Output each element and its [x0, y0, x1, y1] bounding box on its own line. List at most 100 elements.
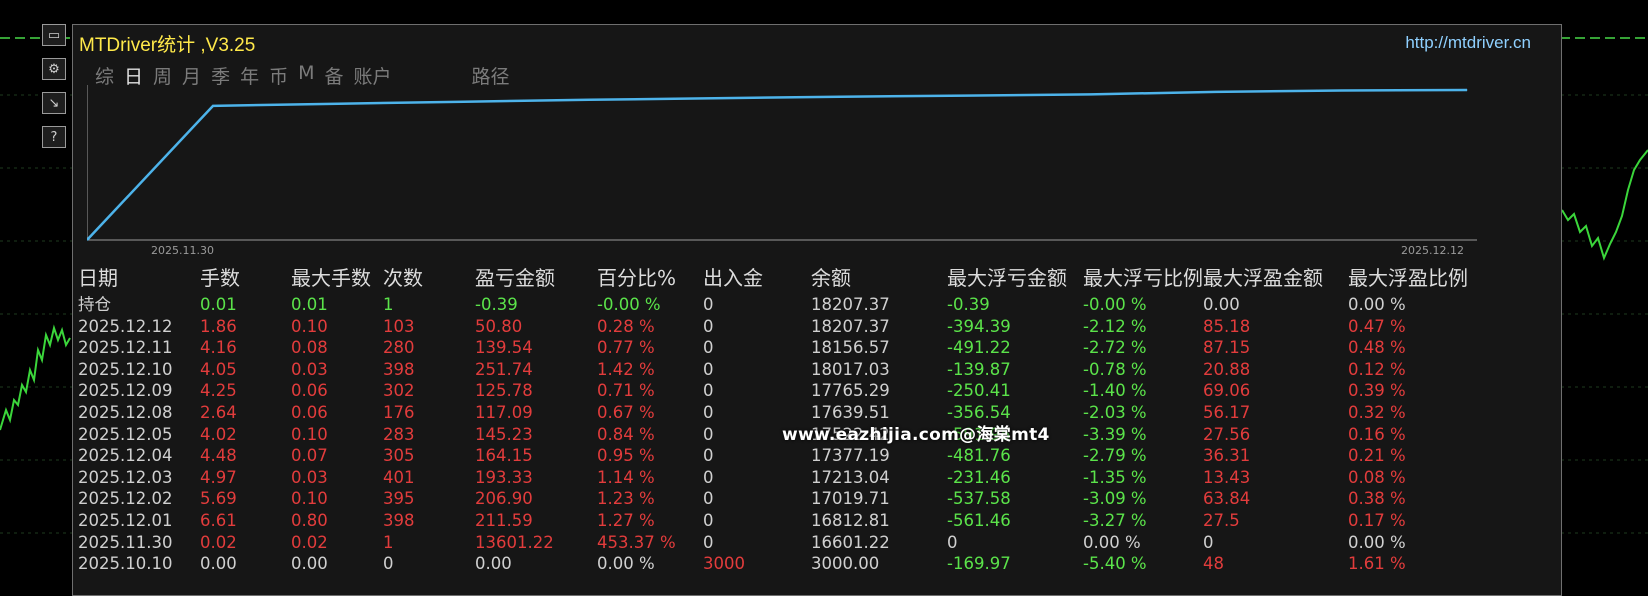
table-cell: 0: [703, 446, 714, 466]
table-cell: 4.16: [200, 338, 237, 358]
table-cell: 176: [383, 402, 415, 422]
equity-point-9: [1215, 91, 1217, 93]
header-cell: 余额: [811, 266, 851, 290]
table-cell: 280: [383, 338, 415, 358]
table-cell: 0.00: [291, 554, 328, 574]
table-cell: -3.09 %: [1083, 489, 1147, 509]
table-cell: 0.07: [291, 446, 328, 466]
minimize-icon[interactable]: ▭: [42, 24, 66, 46]
table-cell: 0.03: [291, 359, 328, 379]
table-cell: 69.06: [1203, 381, 1251, 401]
table-cell: 0.28 %: [597, 316, 655, 336]
table-cell: 0: [703, 316, 714, 336]
help-icon[interactable]: ?: [42, 126, 66, 148]
table-cell: 16601.22: [811, 532, 890, 552]
x-end-label: 2025.12.12: [1401, 244, 1464, 257]
table-cell: 0: [703, 402, 714, 422]
table-cell: 0.03: [291, 467, 328, 487]
table-cell: 1.23 %: [597, 489, 655, 509]
table-cell: 0.80: [291, 510, 328, 530]
chart-icon[interactable]: ↘: [42, 92, 66, 114]
table-cell: 398: [383, 510, 415, 530]
table-cell: 18207.37: [811, 295, 890, 314]
table-cell: 0: [703, 467, 714, 487]
table-cell: 0.38 %: [1348, 489, 1406, 509]
table-cell: 0: [383, 554, 394, 574]
table-cell: 0: [703, 295, 714, 314]
table-cell: 0: [703, 532, 714, 552]
table-cell: -231.46: [947, 467, 1011, 487]
table-cell: 103: [383, 316, 415, 336]
table-cell: 持仓: [78, 295, 111, 314]
table-cell: 398: [383, 359, 415, 379]
table-cell: 3000: [703, 554, 745, 574]
table-cell: 4.05: [200, 359, 237, 379]
table-cell: 4.97: [200, 467, 237, 487]
table-cell: 305: [383, 446, 415, 466]
table-cell: 4.48: [200, 446, 237, 466]
table-cell: 17377.19: [811, 446, 890, 466]
table-cell: 0: [703, 359, 714, 379]
table-cell: 0.06: [291, 402, 328, 422]
header-cell: 次数: [383, 266, 423, 290]
table-cell: 36.31: [1203, 446, 1251, 466]
table-cell: 18017.03: [811, 359, 890, 379]
table-cell: 139.54: [475, 338, 533, 358]
header-cell: 最大浮盈比例: [1348, 266, 1468, 290]
table-cell: -2.72 %: [1083, 338, 1147, 358]
table-cell: 17765.29: [811, 381, 890, 401]
table-cell: -169.97: [947, 554, 1011, 574]
table-cell: -1.40 %: [1083, 381, 1147, 401]
table-cell: 0: [703, 489, 714, 509]
table-cell: 0.01: [291, 295, 328, 314]
table-cell: 4.25: [200, 381, 237, 401]
equity-point-1: [212, 105, 214, 107]
table-cell: 0.84 %: [597, 424, 655, 444]
table-cell: -0.78 %: [1083, 359, 1147, 379]
table-cell: 0.77 %: [597, 338, 655, 358]
equity-point-5: [714, 97, 716, 99]
equity-line-chart: [87, 85, 1547, 270]
table-cell: 1.86: [200, 316, 237, 336]
equity-point-11: [1466, 89, 1468, 91]
table-cell: 85.18: [1203, 316, 1251, 336]
table-cell: 0.95 %: [597, 446, 655, 466]
table-cell: -0.00 %: [1083, 295, 1147, 314]
table-cell: 48: [1203, 554, 1224, 574]
equity-point-6: [839, 96, 841, 98]
equity-point-8: [1090, 93, 1092, 95]
equity-point-7: [964, 95, 966, 97]
table-cell: 87.15: [1203, 338, 1251, 358]
table-cell: -139.87: [947, 359, 1011, 379]
table-cell: 1.61 %: [1348, 554, 1406, 574]
table-cell: 2025.12.08: [78, 402, 173, 422]
table-cell: -2.03 %: [1083, 402, 1147, 422]
table-cell: 0.00 %: [1083, 532, 1141, 552]
table-cell: -394.39: [947, 316, 1011, 336]
table-cell: -5.40 %: [1083, 554, 1147, 574]
header-cell: 最大手数: [291, 266, 371, 290]
header-cell: 最大浮亏金额: [947, 266, 1067, 290]
table-cell: -491.22: [947, 338, 1011, 358]
table-cell: 0: [1203, 532, 1214, 552]
table-cell: 56.17: [1203, 402, 1251, 422]
table-cell: 395: [383, 489, 415, 509]
table-cell: 16812.81: [811, 510, 890, 530]
website-link[interactable]: http://mtdriver.cn: [1405, 33, 1531, 53]
table-cell: 13601.22: [475, 532, 554, 552]
table-cell: 0.12 %: [1348, 359, 1406, 379]
header-cell: 百分比%: [597, 266, 677, 290]
table-cell: 0.10: [291, 424, 328, 444]
table-cell: 1.14 %: [597, 467, 655, 487]
table-cell: 206.90: [475, 489, 533, 509]
table-cell: 2025.12.02: [78, 489, 173, 509]
table-cell: 2025.12.11: [78, 338, 173, 358]
settings-icon[interactable]: ⚙: [42, 58, 66, 80]
table-cell: 50.80: [475, 316, 523, 336]
table-cell: 283: [383, 424, 415, 444]
table-cell: 251.74: [475, 359, 533, 379]
table-cell: 453.37 %: [597, 532, 676, 552]
equity-point-10: [1341, 90, 1343, 92]
statistics-window: MTDriver统计 ,V3.25 http://mtdriver.cn 综日周…: [72, 24, 1562, 596]
x-start-label: 2025.11.30: [151, 244, 214, 257]
